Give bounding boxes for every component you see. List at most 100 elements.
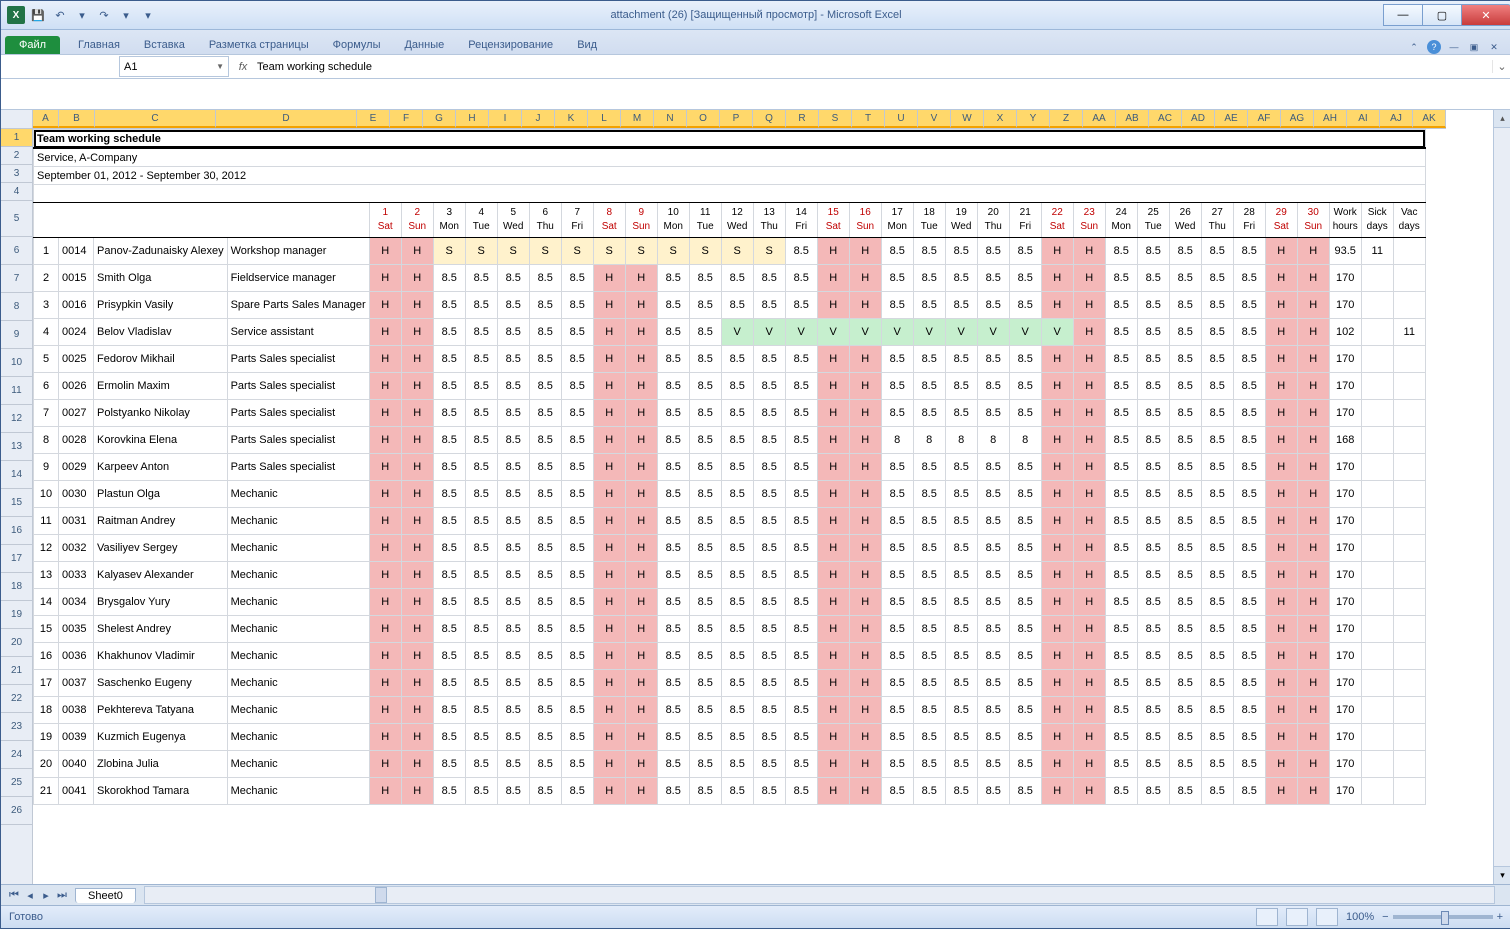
cell-num[interactable]: 14 — [34, 589, 59, 616]
cell-day[interactable]: 8.5 — [881, 400, 913, 427]
cell-day[interactable]: H — [1041, 724, 1073, 751]
cell-day[interactable]: 8.5 — [1009, 724, 1041, 751]
cell-day[interactable]: H — [401, 643, 433, 670]
cell-day[interactable]: 8.5 — [497, 724, 529, 751]
cell-day[interactable]: 8.5 — [529, 373, 561, 400]
col-header-AK[interactable]: AK — [1413, 110, 1446, 128]
cell-day[interactable]: 8.5 — [529, 724, 561, 751]
cell-day[interactable]: H — [1041, 562, 1073, 589]
cell-role[interactable]: Parts Sales specialist — [227, 346, 369, 373]
cell-name[interactable]: Ermolin Maxim — [94, 373, 228, 400]
row-header-26[interactable]: 26 — [1, 797, 32, 825]
cell-day[interactable]: 8.5 — [977, 481, 1009, 508]
cell-day[interactable]: H — [1297, 670, 1329, 697]
cell-day[interactable]: H — [1297, 346, 1329, 373]
cell-day[interactable]: 8.5 — [945, 535, 977, 562]
formula-expand-icon[interactable]: ⌄ — [1492, 60, 1510, 73]
cell-day[interactable]: H — [401, 778, 433, 805]
cell-day[interactable]: 8.5 — [689, 481, 721, 508]
cell-name[interactable]: Panov-Zadunaisky Alexey — [94, 238, 228, 265]
cell-day[interactable]: 8.5 — [497, 319, 529, 346]
cell-num[interactable]: 10 — [34, 481, 59, 508]
cell-day[interactable]: H — [817, 373, 849, 400]
cell-day[interactable]: 8.5 — [433, 346, 465, 373]
cell-day[interactable]: 8.5 — [529, 562, 561, 589]
cell-day[interactable]: 8.5 — [1169, 643, 1201, 670]
cell-day[interactable]: 8.5 — [721, 508, 753, 535]
cell-day[interactable]: H — [625, 292, 657, 319]
cell-day[interactable]: 8.5 — [1233, 508, 1265, 535]
cell-day[interactable]: 8.5 — [945, 670, 977, 697]
cell-day[interactable]: 8.5 — [1009, 238, 1041, 265]
cell-day[interactable]: 8.5 — [1137, 427, 1169, 454]
cell-id[interactable]: 0036 — [59, 643, 94, 670]
cell-day[interactable]: 8.5 — [1105, 400, 1137, 427]
cell-day[interactable]: H — [369, 346, 401, 373]
cell-day[interactable]: 8.5 — [1201, 778, 1233, 805]
cell-vacdays[interactable] — [1393, 481, 1425, 508]
cell-num[interactable]: 15 — [34, 616, 59, 643]
cell-day[interactable]: 8.5 — [497, 697, 529, 724]
cell-day[interactable]: 8.5 — [977, 535, 1009, 562]
col-header-B[interactable]: B — [59, 110, 95, 128]
cell-day[interactable]: 8.5 — [1169, 427, 1201, 454]
col-header-F[interactable]: F — [390, 110, 423, 128]
cell-day[interactable]: 8.5 — [689, 292, 721, 319]
cell-day[interactable]: 8.5 — [465, 481, 497, 508]
cell-name[interactable]: Karpeev Anton — [94, 454, 228, 481]
cell-name[interactable]: Polstyanko Nikolay — [94, 400, 228, 427]
cell-day[interactable]: 8.5 — [1201, 670, 1233, 697]
cell-day[interactable]: 8.5 — [465, 562, 497, 589]
cell-day[interactable]: V — [1041, 319, 1073, 346]
day-header[interactable]: 3Mon — [433, 203, 465, 238]
cell-day[interactable]: H — [849, 265, 881, 292]
cell-day[interactable]: H — [369, 562, 401, 589]
cell-id[interactable]: 0026 — [59, 373, 94, 400]
cell-day[interactable]: 8.5 — [721, 454, 753, 481]
day-header[interactable]: 21Fri — [1009, 203, 1041, 238]
cell-day[interactable]: 8.5 — [689, 319, 721, 346]
cell-day[interactable]: H — [817, 454, 849, 481]
cell-workhours[interactable]: 170 — [1329, 562, 1361, 589]
cell-day[interactable]: 8.5 — [753, 778, 785, 805]
day-header[interactable]: 22Sat — [1041, 203, 1073, 238]
cell-vacdays[interactable] — [1393, 616, 1425, 643]
cell-day[interactable]: 8.5 — [1201, 427, 1233, 454]
summary-header[interactable]: Vacdays — [1393, 203, 1425, 238]
workbook-minimize-icon[interactable]: — — [1447, 40, 1461, 54]
sheet-last-icon[interactable]: ⏭ — [55, 889, 69, 902]
cell-day[interactable]: 8.5 — [1137, 346, 1169, 373]
cell-day[interactable]: V — [753, 319, 785, 346]
cell-day[interactable]: 8.5 — [1233, 697, 1265, 724]
cell-day[interactable]: H — [1297, 643, 1329, 670]
row-header-21[interactable]: 21 — [1, 657, 32, 685]
cell-sickdays[interactable] — [1361, 643, 1393, 670]
cell-day[interactable]: 8.5 — [1105, 697, 1137, 724]
cell-day[interactable]: V — [913, 319, 945, 346]
cell[interactable] — [34, 185, 1426, 203]
cell-day[interactable]: H — [1297, 697, 1329, 724]
cell-day[interactable]: 8.5 — [1233, 238, 1265, 265]
cell-role[interactable]: Mechanic — [227, 778, 369, 805]
cell-day[interactable]: 8.5 — [689, 346, 721, 373]
cell-day[interactable]: 8.5 — [945, 292, 977, 319]
cell-day[interactable]: 8.5 — [1137, 589, 1169, 616]
cell-day[interactable]: H — [817, 265, 849, 292]
cell-day[interactable]: 8 — [881, 427, 913, 454]
row-header-23[interactable]: 23 — [1, 713, 32, 741]
cell-day[interactable]: 8.5 — [529, 670, 561, 697]
cell-day[interactable]: H — [849, 454, 881, 481]
tab-file[interactable]: Файл — [5, 36, 60, 54]
cell-num[interactable]: 21 — [34, 778, 59, 805]
cell-day[interactable]: 8.5 — [497, 508, 529, 535]
cell-day[interactable]: 8 — [945, 427, 977, 454]
cell-day[interactable]: 8.5 — [913, 292, 945, 319]
cell-day[interactable]: 8.5 — [657, 616, 689, 643]
cell-day[interactable]: 8.5 — [1201, 292, 1233, 319]
cell-day[interactable]: H — [593, 589, 625, 616]
cell-day[interactable]: 8.5 — [1009, 346, 1041, 373]
cell-day[interactable]: 8.5 — [945, 697, 977, 724]
cell-day[interactable]: 8.5 — [689, 265, 721, 292]
cell-day[interactable]: 8.5 — [561, 292, 593, 319]
cell-day[interactable]: 8.5 — [465, 643, 497, 670]
